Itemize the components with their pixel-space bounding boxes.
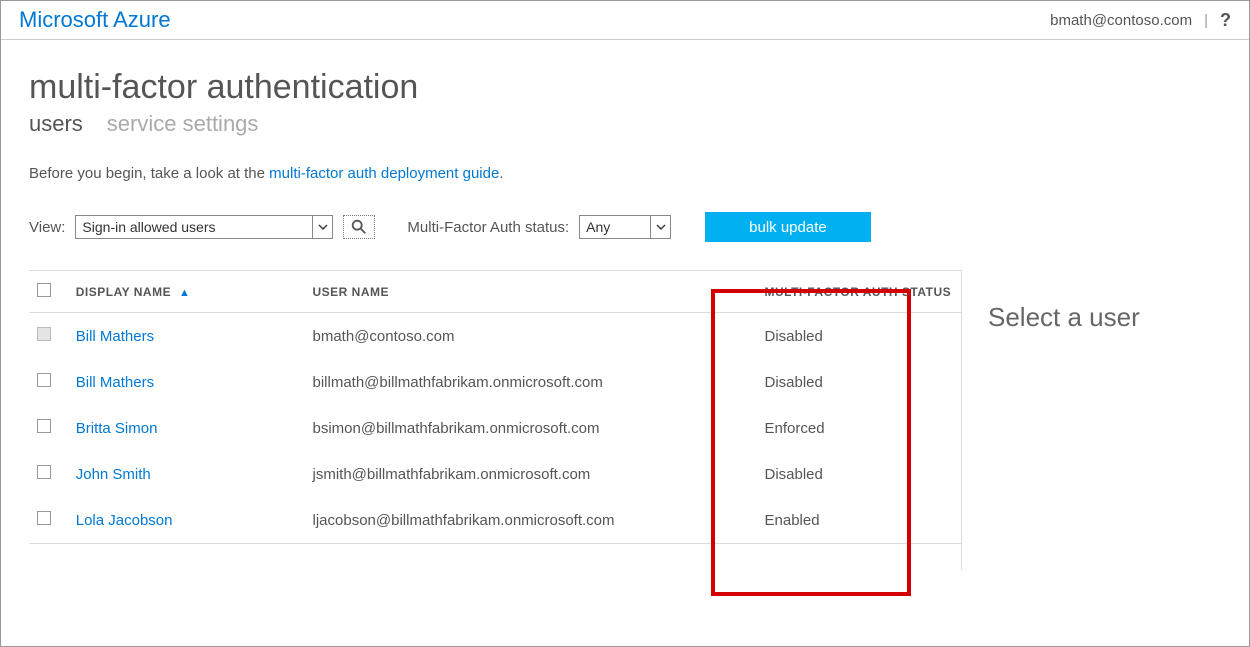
filters-row: View: Sign-in allowed users Multi-Factor… [29,212,1221,242]
status-select[interactable]: Any [579,215,671,239]
help-icon[interactable]: ? [1220,10,1231,31]
status-select-value: Any [580,219,616,235]
header-user-name[interactable]: USER NAME [305,271,757,313]
table-row[interactable]: Bill Mathers billmath@billmathfabrikam.on… [29,359,961,405]
mfa-status-cell: Enabled [757,497,962,544]
row-checkbox[interactable] [37,373,51,387]
user-name-cell: bmath@contoso.com [305,313,757,360]
user-name-link[interactable]: Bill Mathers [76,374,154,391]
select-all-checkbox[interactable] [37,283,51,297]
status-filter-label: Multi-Factor Auth status: [407,219,569,236]
tab-service-settings[interactable]: service settings [107,111,259,137]
table-body: Bill Mathersbmath@contoso.comDisabledBil… [29,313,961,544]
row-checkbox[interactable] [37,511,51,525]
view-label: View: [29,219,65,236]
table-header-row: DISPLAY NAME ▲ USER NAME MULTI-FACTOR AU… [29,271,961,313]
tab-users[interactable]: users [29,111,83,137]
header-checkbox-cell [29,271,68,313]
view-select[interactable]: Sign-in allowed users [75,215,333,239]
table-row[interactable]: John Smith jsmith@billmathfabrikam.onmicr… [29,451,961,497]
top-bar: Microsoft Azure bmath@contoso.com | ? [1,1,1249,40]
user-name-link[interactable]: Britta Simon [76,420,158,437]
view-select-value: Sign-in allowed users [76,219,221,235]
intro-prefix: Before you begin, take a look at the [29,165,269,182]
user-name-cell: billmath@billmathfabrikam.onmicrosoft.co… [305,359,757,405]
main-row: DISPLAY NAME ▲ USER NAME MULTI-FACTOR AU… [29,270,1221,570]
row-checkbox[interactable] [37,327,51,341]
intro-suffix: . [499,165,503,182]
header-display-name[interactable]: DISPLAY NAME ▲ [68,271,305,313]
sort-asc-icon: ▲ [179,287,190,299]
user-name-link[interactable]: Bill Mathers [76,328,154,345]
user-name-link[interactable]: Lola Jacobson [76,512,173,529]
header-mfa-status[interactable]: MULTI-FACTOR AUTH STATUS [757,271,962,313]
side-panel: Select a user [961,270,1221,570]
row-checkbox[interactable] [37,419,51,433]
search-icon[interactable] [343,215,375,239]
table-row[interactable]: Lola Jacobson ljacobson@billmathfabrikam.… [29,497,961,544]
user-name-cell: jsmith@billmathfabrikam.onmicrosoft.com [305,451,757,497]
users-table-area: DISPLAY NAME ▲ USER NAME MULTI-FACTOR AU… [29,270,961,544]
user-name-cell: bsimon@billmathfabrikam.onmicrosoft.com [305,405,757,451]
intro-text: Before you begin, take a look at the mul… [29,165,1221,182]
bulk-update-button[interactable]: bulk update [705,212,871,242]
intro-link[interactable]: multi-factor auth deployment guide [269,165,499,182]
account-email[interactable]: bmath@contoso.com [1050,12,1192,29]
mfa-status-cell: Disabled [757,359,962,405]
page-title: multi-factor authentication [29,68,1221,107]
row-checkbox[interactable] [37,465,51,479]
users-table: DISPLAY NAME ▲ USER NAME MULTI-FACTOR AU… [29,270,961,544]
side-panel-prompt: Select a user [988,302,1140,332]
chevron-down-icon [312,216,332,238]
user-name-link[interactable]: John Smith [76,466,151,483]
divider: | [1204,12,1208,29]
chevron-down-icon [650,216,670,238]
top-bar-right: bmath@contoso.com | ? [1050,10,1231,31]
mfa-status-cell: Disabled [757,451,962,497]
content-area: multi-factor authentication users servic… [1,40,1249,570]
mfa-status-cell: Disabled [757,313,962,360]
mfa-status-cell: Enforced [757,405,962,451]
table-row[interactable]: Bill Mathers bmath@contoso.comDisabled [29,313,961,360]
user-name-cell: ljacobson@billmathfabrikam.onmicrosoft.c… [305,497,757,544]
tabs: users service settings [29,111,1221,137]
table-row[interactable]: Britta Simon bsimon@billmathfabrikam.onmi… [29,405,961,451]
brand-label: Microsoft Azure [19,7,171,33]
